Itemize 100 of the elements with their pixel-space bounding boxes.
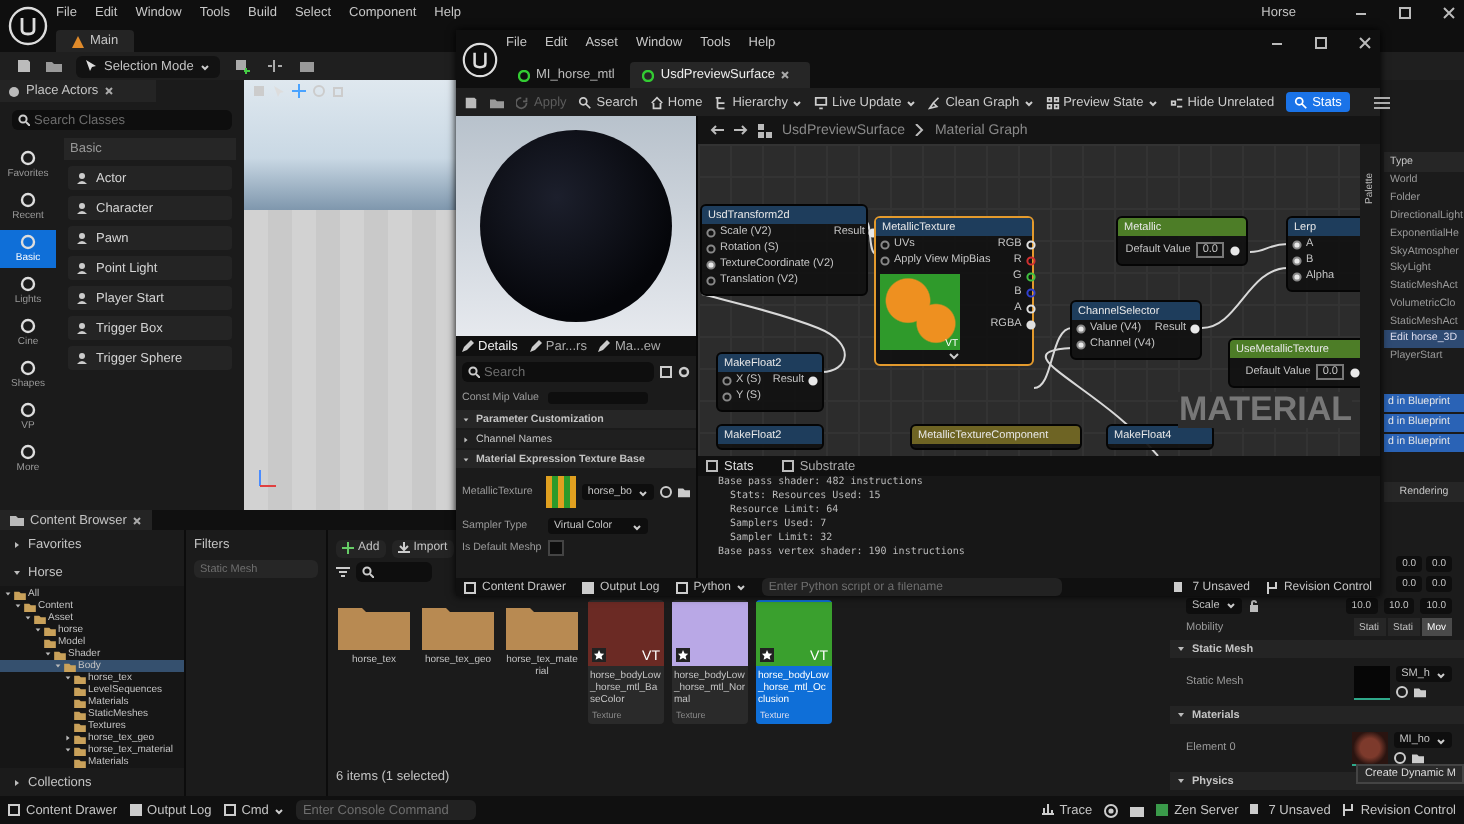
actor-icon [76, 322, 88, 334]
log-icon [582, 581, 595, 593]
category-icon [20, 192, 36, 208]
stats-icon [781, 460, 794, 472]
chevron-icon [914, 124, 925, 136]
caret-icon [199, 61, 210, 71]
server-icon [1156, 804, 1169, 816]
browse-icon[interactable] [490, 95, 504, 109]
table-icon[interactable] [660, 366, 672, 378]
trace-icon [1041, 804, 1054, 816]
graph-icon [758, 123, 772, 137]
folder-icon [338, 602, 410, 650]
files-icon [1250, 804, 1263, 816]
menu-icon[interactable] [1373, 95, 1390, 109]
category-icon [20, 276, 36, 292]
folder-icon[interactable] [1413, 686, 1426, 698]
graph-canvas[interactable] [698, 144, 1360, 456]
grid-icon [1045, 95, 1060, 109]
branch-icon [1265, 581, 1278, 593]
material-thumbnail [1351, 731, 1388, 765]
folder-icon [422, 602, 494, 650]
star-icon [592, 648, 606, 662]
actor-icon [76, 292, 88, 304]
save-icon[interactable] [16, 58, 32, 74]
forward-arrow-icon[interactable] [734, 124, 748, 136]
drawer-icon [464, 581, 476, 593]
files-icon [1174, 581, 1187, 593]
apply-icon [516, 95, 530, 109]
stats-icon [706, 460, 718, 472]
logo-icon[interactable] [462, 41, 498, 77]
level-icon [72, 35, 84, 47]
home-icon [649, 95, 664, 109]
caret-icon [638, 487, 648, 497]
caret-icon [632, 521, 642, 531]
caret-icon [736, 582, 747, 592]
pencil-icon [462, 340, 474, 352]
caret-icon [1023, 97, 1034, 107]
checkbox[interactable] [548, 540, 564, 556]
axis-gizmo-icon [256, 466, 280, 490]
close-icon[interactable] [132, 515, 143, 525]
folder-icon[interactable] [46, 58, 62, 74]
maximize-icon[interactable] [1398, 6, 1412, 20]
caret-icon [12, 777, 22, 787]
actor-icon [76, 232, 88, 244]
camera-icon[interactable] [1130, 803, 1145, 817]
maximize-icon[interactable] [1314, 36, 1328, 50]
caret-icon [12, 539, 22, 549]
close-icon[interactable] [1442, 6, 1456, 20]
drawer-icon [8, 804, 20, 816]
hierarchy-icon [714, 95, 729, 109]
category-icon [20, 150, 36, 166]
caret-icon [462, 455, 470, 463]
search-icon [578, 95, 593, 109]
caret-icon [905, 97, 916, 107]
connection-wire [1249, 243, 1289, 253]
close-icon[interactable] [1358, 36, 1372, 50]
category-icon [20, 318, 36, 334]
filter-icon[interactable] [336, 566, 350, 578]
browse-icon[interactable] [1395, 686, 1408, 698]
branch-icon [1342, 804, 1355, 816]
caret-icon [274, 805, 285, 815]
plus-icon [342, 542, 354, 554]
category-icon [20, 402, 36, 418]
mesh-thumbnail [1353, 665, 1390, 699]
material-icon [518, 69, 530, 81]
folder-icon [10, 514, 24, 526]
caret-icon [1225, 600, 1236, 610]
connection-wire [1201, 267, 1289, 329]
actor-icon [76, 262, 88, 274]
category-icon [20, 360, 36, 376]
actor-icon [8, 85, 20, 97]
folder-icon[interactable] [678, 486, 690, 498]
logo-icon[interactable] [8, 6, 48, 46]
caret-icon [1176, 710, 1186, 720]
back-arrow-icon[interactable] [710, 124, 724, 136]
folder-icon [506, 602, 578, 650]
pencil-icon [598, 340, 611, 352]
category-icon [20, 234, 36, 250]
pin-icon[interactable] [1230, 245, 1240, 255]
settings-icon[interactable] [678, 366, 690, 378]
lock-icon[interactable] [1247, 599, 1260, 611]
search-icon [1294, 95, 1309, 109]
browse-icon[interactable] [660, 486, 672, 498]
close-icon[interactable] [104, 86, 115, 96]
caret-icon [1147, 97, 1158, 107]
save-icon[interactable] [464, 95, 478, 109]
close-icon[interactable] [780, 70, 791, 80]
pin-icon[interactable] [1350, 367, 1360, 377]
graph-watermark: MATERIAL [1178, 392, 1352, 428]
caret-icon [792, 97, 803, 107]
preview-sphere-drawing[interactable] [456, 116, 696, 336]
caret-icon [1176, 776, 1186, 786]
expand-icon[interactable] [948, 352, 960, 360]
star-icon [676, 648, 690, 662]
caret-icon [1436, 669, 1446, 679]
browse-icon[interactable] [1393, 752, 1406, 764]
pencil-icon [529, 340, 542, 352]
record-icon[interactable] [1104, 803, 1119, 817]
search-field[interactable] [356, 562, 432, 582]
add-actor-icon[interactable] [233, 58, 252, 74]
